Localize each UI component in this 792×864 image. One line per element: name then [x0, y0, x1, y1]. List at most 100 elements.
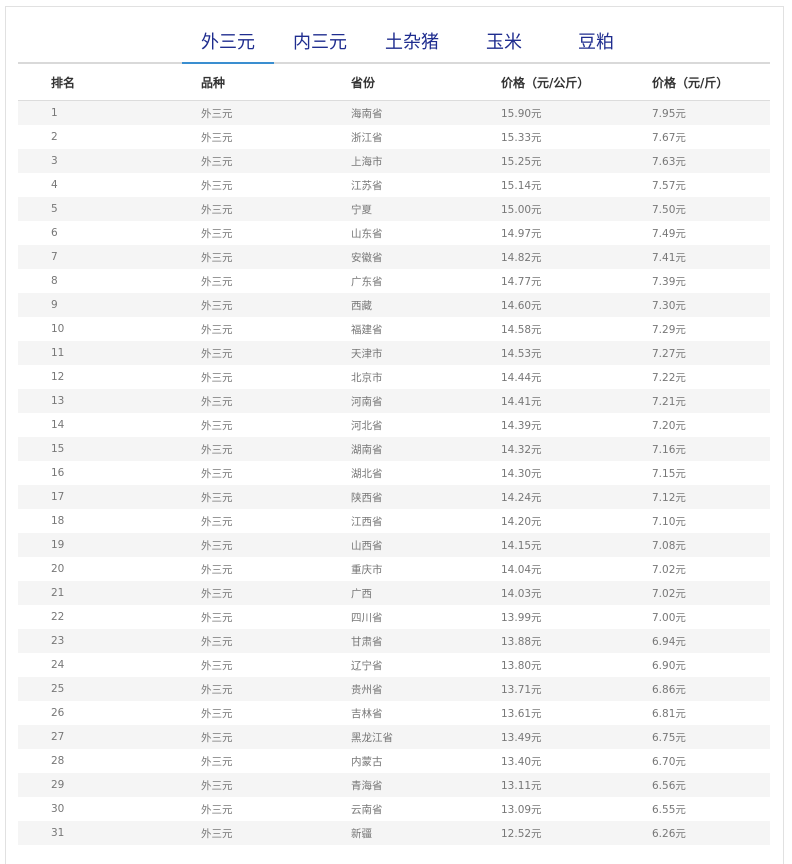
cell-variety: 外三元 [201, 653, 351, 677]
table-row: 22 外三元 四川省 13.99元 7.00元 [18, 605, 770, 629]
cell-price-per-jin: 7.39元 [652, 269, 770, 293]
tab-neisanyuan[interactable]: 内三元 [290, 32, 350, 62]
cell-price-per-kg: 14.32元 [501, 437, 652, 461]
cell-variety: 外三元 [201, 173, 351, 197]
cell-price-per-kg: 13.49元 [501, 725, 652, 749]
cell-rank: 7 [18, 245, 201, 269]
cell-price-per-kg: 13.40元 [501, 749, 652, 773]
cell-province: 江西省 [351, 509, 501, 533]
cell-province: 北京市 [351, 365, 501, 389]
table-row: 11 外三元 天津市 14.53元 7.27元 [18, 341, 770, 365]
cell-rank: 22 [18, 605, 201, 629]
cell-rank: 27 [18, 725, 201, 749]
cell-price-per-jin: 6.56元 [652, 773, 770, 797]
cell-province: 甘肃省 [351, 629, 501, 653]
table-row: 13 外三元 河南省 14.41元 7.21元 [18, 389, 770, 413]
cell-variety: 外三元 [201, 605, 351, 629]
cell-rank: 8 [18, 269, 201, 293]
table-row: 26 外三元 吉林省 13.61元 6.81元 [18, 701, 770, 725]
cell-price-per-kg: 15.00元 [501, 197, 652, 221]
cell-rank: 5 [18, 197, 201, 221]
cell-price-per-jin: 7.22元 [652, 365, 770, 389]
table-row: 23 外三元 甘肃省 13.88元 6.94元 [18, 629, 770, 653]
table-row: 14 外三元 河北省 14.39元 7.20元 [18, 413, 770, 437]
cell-price-per-kg: 13.11元 [501, 773, 652, 797]
tab-doupo[interactable]: 豆粕 [576, 32, 616, 62]
cell-rank: 11 [18, 341, 201, 365]
cell-province: 广西 [351, 581, 501, 605]
cell-price-per-kg: 14.82元 [501, 245, 652, 269]
cell-price-per-jin: 7.02元 [652, 581, 770, 605]
cell-price-per-kg: 14.41元 [501, 389, 652, 413]
cell-rank: 15 [18, 437, 201, 461]
cell-price-per-jin: 6.90元 [652, 653, 770, 677]
cell-variety: 外三元 [201, 773, 351, 797]
cell-province: 安徽省 [351, 245, 501, 269]
cell-variety: 外三元 [201, 533, 351, 557]
cell-price-per-kg: 14.24元 [501, 485, 652, 509]
cell-price-per-jin: 7.29元 [652, 317, 770, 341]
table-row: 1 外三元 海南省 15.90元 7.95元 [18, 100, 770, 125]
table-row: 16 外三元 湖北省 14.30元 7.15元 [18, 461, 770, 485]
cell-price-per-jin: 7.12元 [652, 485, 770, 509]
cell-province: 山西省 [351, 533, 501, 557]
cell-price-per-jin: 7.30元 [652, 293, 770, 317]
cell-price-per-jin: 7.00元 [652, 605, 770, 629]
cell-province: 西藏 [351, 293, 501, 317]
cell-price-per-jin: 7.08元 [652, 533, 770, 557]
cell-rank: 19 [18, 533, 201, 557]
table-row: 30 外三元 云南省 13.09元 6.55元 [18, 797, 770, 821]
cell-price-per-kg: 14.58元 [501, 317, 652, 341]
cell-province: 重庆市 [351, 557, 501, 581]
cell-province: 河北省 [351, 413, 501, 437]
cell-rank: 12 [18, 365, 201, 389]
cell-variety: 外三元 [201, 725, 351, 749]
table-row: 6 外三元 山东省 14.97元 7.49元 [18, 221, 770, 245]
tab-waisanyuan[interactable]: 外三元 [182, 32, 274, 64]
cell-price-per-jin: 7.16元 [652, 437, 770, 461]
cell-variety: 外三元 [201, 293, 351, 317]
cell-price-per-jin: 7.50元 [652, 197, 770, 221]
tab-tuzazhu[interactable]: 土杂猪 [382, 32, 442, 62]
cell-province: 广东省 [351, 269, 501, 293]
cell-variety: 外三元 [201, 365, 351, 389]
cell-rank: 25 [18, 677, 201, 701]
cell-price-per-kg: 14.39元 [501, 413, 652, 437]
cell-price-per-kg: 13.80元 [501, 653, 652, 677]
header-variety: 品种 [201, 64, 351, 101]
cell-province: 湖北省 [351, 461, 501, 485]
cell-province: 湖南省 [351, 437, 501, 461]
cell-rank: 29 [18, 773, 201, 797]
cell-rank: 3 [18, 149, 201, 173]
cell-province: 福建省 [351, 317, 501, 341]
cell-price-per-kg: 15.90元 [501, 100, 652, 125]
table-row: 7 外三元 安徽省 14.82元 7.41元 [18, 245, 770, 269]
table-row: 21 外三元 广西 14.03元 7.02元 [18, 581, 770, 605]
cell-province: 四川省 [351, 605, 501, 629]
cell-price-per-jin: 7.49元 [652, 221, 770, 245]
header-rank: 排名 [18, 64, 201, 101]
cell-rank: 26 [18, 701, 201, 725]
cell-rank: 1 [18, 100, 201, 125]
cell-province: 贵州省 [351, 677, 501, 701]
cell-price-per-kg: 13.09元 [501, 797, 652, 821]
cell-rank: 10 [18, 317, 201, 341]
cell-variety: 外三元 [201, 677, 351, 701]
header-price-per-kg: 价格（元/公斤） [501, 64, 652, 101]
cell-price-per-kg: 14.44元 [501, 365, 652, 389]
cell-province: 陕西省 [351, 485, 501, 509]
table-row: 15 外三元 湖南省 14.32元 7.16元 [18, 437, 770, 461]
table-row: 25 外三元 贵州省 13.71元 6.86元 [18, 677, 770, 701]
table-row: 4 外三元 江苏省 15.14元 7.57元 [18, 173, 770, 197]
cell-province: 天津市 [351, 341, 501, 365]
cell-price-per-kg: 13.61元 [501, 701, 652, 725]
table-row: 9 外三元 西藏 14.60元 7.30元 [18, 293, 770, 317]
cell-variety: 外三元 [201, 629, 351, 653]
table-row: 18 外三元 江西省 14.20元 7.10元 [18, 509, 770, 533]
cell-province: 海南省 [351, 100, 501, 125]
header-province: 省份 [351, 64, 501, 101]
cell-province: 江苏省 [351, 173, 501, 197]
tab-yumi[interactable]: 玉米 [484, 32, 524, 62]
cell-rank: 13 [18, 389, 201, 413]
cell-price-per-kg: 14.04元 [501, 557, 652, 581]
